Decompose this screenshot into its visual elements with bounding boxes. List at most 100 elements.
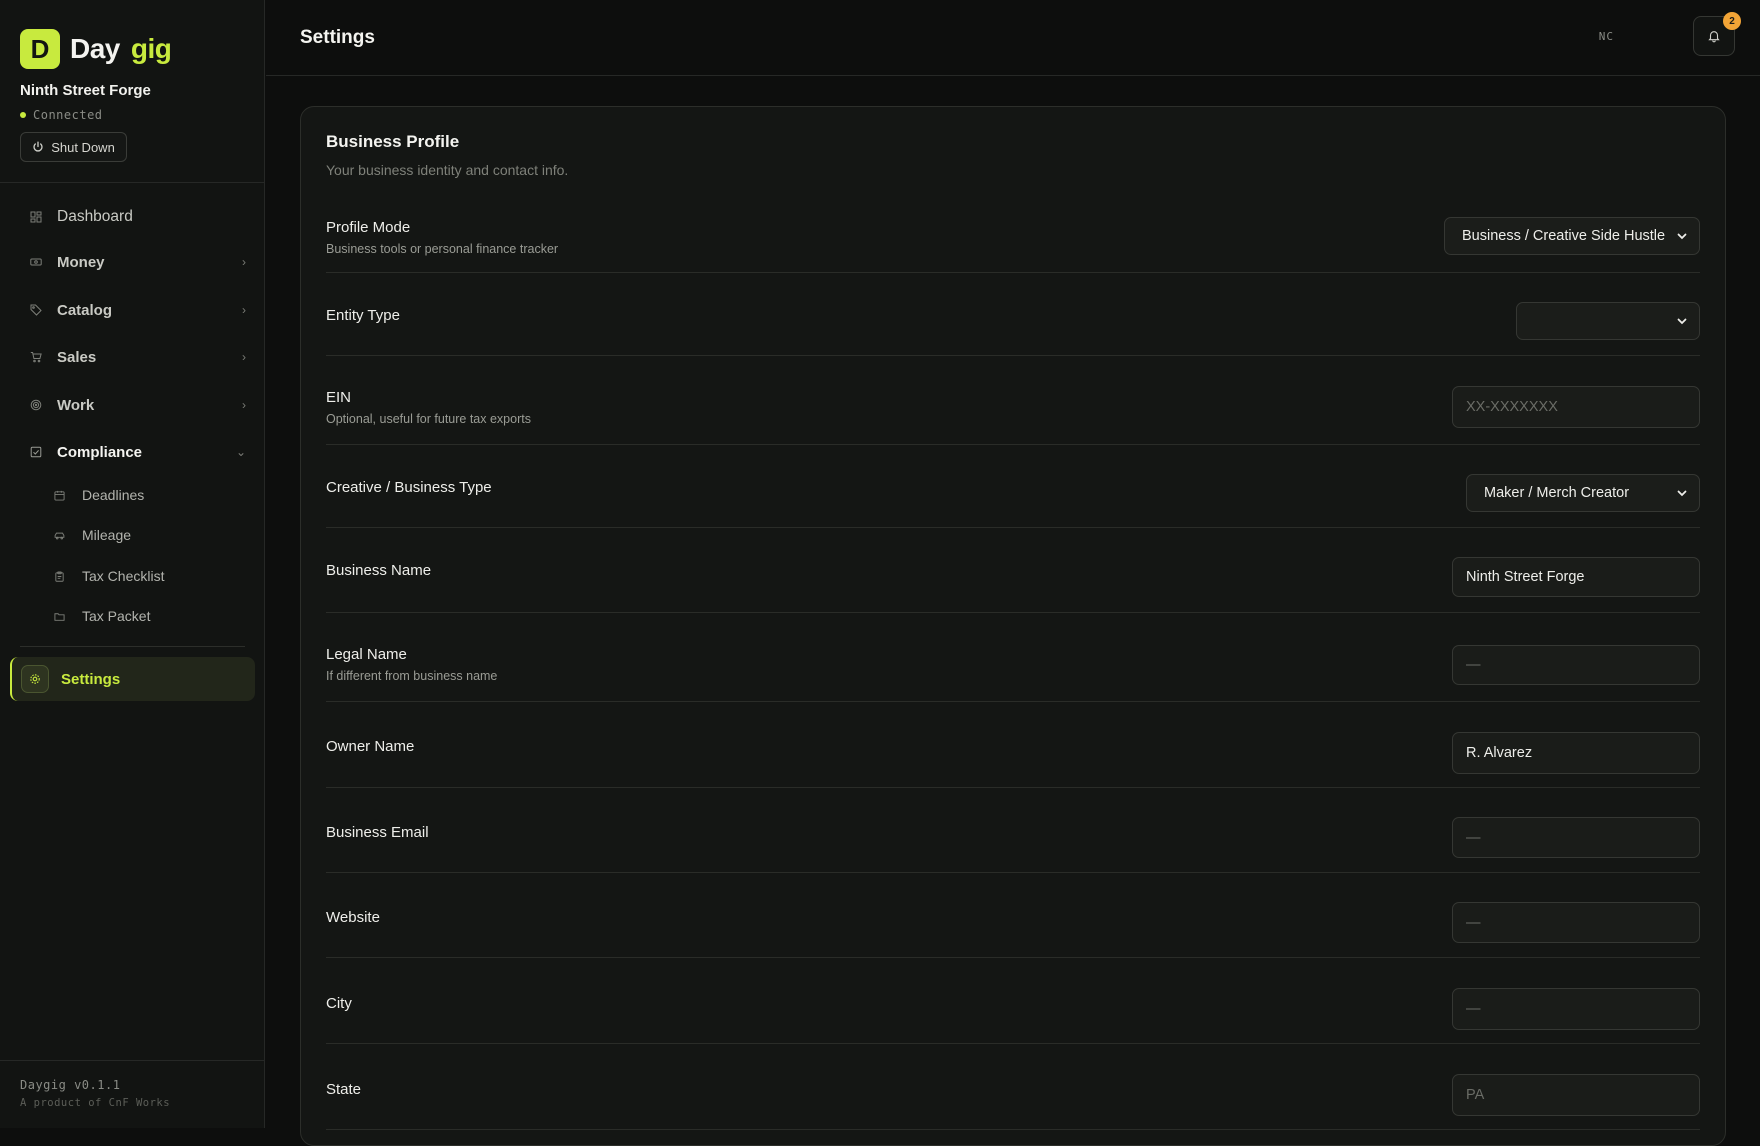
entity-type-row: Entity Type [326, 273, 1700, 356]
selected-value: Business / Creative Side Hustle [1462, 228, 1666, 244]
folder-icon [52, 609, 66, 623]
app-version: Daygig v0.1.1 [20, 1078, 121, 1092]
sidebar-item-label: Catalog [57, 301, 113, 319]
profile-mode-select[interactable]: Business / Creative Side Hustle [1444, 217, 1700, 255]
power-icon [32, 141, 44, 153]
cart-icon [29, 350, 43, 364]
field-label: Legal Name [326, 646, 407, 663]
sidebar-divider [20, 646, 245, 647]
sidebar-item-compliance[interactable]: Compliance ⌄ [20, 434, 246, 470]
sidebar: D Day gig Ninth Street Forge Connected S… [0, 0, 265, 1128]
business-name-input[interactable]: Ninth Street Forge [1452, 557, 1700, 597]
user-initials[interactable]: NC [1599, 30, 1614, 43]
sidebar-subitem-label: Deadlines [82, 487, 145, 503]
field-label: Profile Mode [326, 219, 411, 236]
car-icon [52, 528, 66, 542]
section-title: Business Profile [326, 132, 460, 151]
sidebar-item-dashboard[interactable]: Dashboard [20, 199, 246, 235]
business-email-input[interactable]: — [1452, 817, 1700, 858]
state-input[interactable]: PA [1452, 1074, 1700, 1116]
field-label: City [326, 995, 352, 1012]
sidebar-subitem-label: Tax Checklist [82, 568, 165, 584]
chevron-down-icon [1675, 229, 1689, 243]
legal-name-input[interactable]: — [1452, 645, 1700, 685]
sidebar-subitem-label: Mileage [82, 527, 132, 543]
chevron-down-icon [1675, 314, 1689, 328]
sidebar-subitem-tax-packet[interactable]: Tax Packet [52, 601, 150, 631]
sidebar-item-catalog[interactable]: Catalog › [20, 292, 246, 328]
state-row: State PA [326, 1044, 1700, 1130]
field-label: EIN [326, 389, 352, 406]
sidebar-subitem-mileage[interactable]: Mileage [52, 520, 131, 550]
sidebar-item-label: Work [57, 396, 95, 414]
connection-status-text: Connected [33, 108, 103, 122]
field-label: Entity Type [326, 307, 400, 324]
chevron-right-icon: › [242, 255, 246, 269]
business-type-row: Creative / Business Type Maker / Merch C… [326, 445, 1700, 528]
checkbox-icon [29, 445, 43, 459]
sidebar-item-label: Money [57, 253, 105, 271]
sidebar-footer-divider [0, 1060, 265, 1061]
status-dot-icon [20, 112, 26, 118]
chevron-right-icon: › [242, 303, 246, 317]
business-profile-card: Business Profile Your business identity … [300, 106, 1726, 1146]
sidebar-item-work[interactable]: Work › [20, 387, 246, 423]
sidebar-item-label: Settings [61, 670, 121, 688]
field-hint: If different from business name [326, 669, 498, 683]
notification-count-badge: 2 [1723, 12, 1741, 30]
sidebar-item-money[interactable]: Money › [20, 244, 246, 280]
brand-name-part1: Day [70, 33, 120, 64]
chevron-down-icon [1675, 486, 1689, 500]
chevron-down-icon: ⌄ [235, 445, 246, 459]
calendar-icon [52, 488, 66, 502]
chevron-right-icon: › [242, 398, 246, 412]
entity-type-select[interactable] [1516, 302, 1700, 340]
app-credit: A product of CnF Works [20, 1097, 171, 1109]
website-row: Website — [326, 873, 1700, 958]
business-email-row: Business Email — [326, 788, 1700, 873]
page-title: Settings [300, 27, 375, 48]
sidebar-item-label: Dashboard [57, 208, 133, 225]
ein-row: EIN Optional, useful for future tax expo… [326, 356, 1700, 445]
section-subtitle: Your business identity and contact info. [326, 162, 569, 178]
field-hint: Business tools or personal finance track… [326, 242, 559, 256]
business-name-row: Business Name Ninth Street Forge [326, 528, 1700, 613]
sidebar-item-sales[interactable]: Sales › [20, 339, 246, 375]
sidebar-divider [0, 182, 265, 183]
legal-name-row: Legal Name If different from business na… [326, 613, 1700, 702]
chevron-right-icon: › [242, 350, 246, 364]
sidebar-subitem-deadlines[interactable]: Deadlines [52, 480, 144, 510]
field-label: Creative / Business Type [326, 479, 492, 496]
sidebar-subitem-label: Tax Packet [82, 608, 151, 624]
field-label: State [326, 1081, 362, 1098]
gear-icon [21, 665, 49, 693]
field-label: Owner Name [326, 738, 415, 755]
sidebar-item-settings[interactable]: Settings [10, 657, 255, 701]
shutdown-button[interactable]: Shut Down [20, 132, 127, 162]
dashboard-icon [29, 210, 43, 224]
top-header: Settings NC 2 [266, 0, 1760, 76]
sidebar-subitem-tax-checklist[interactable]: Tax Checklist [52, 561, 164, 591]
ein-input[interactable]: XX-XXXXXXX [1452, 386, 1700, 428]
brand[interactable]: D Day gig [20, 29, 172, 69]
shutdown-label: Shut Down [51, 139, 115, 155]
brand-logo: D [20, 29, 60, 69]
profile-mode-row: Profile Mode Business tools or personal … [326, 211, 1700, 273]
field-label: Website [326, 909, 380, 926]
city-row: City — [326, 958, 1700, 1044]
target-icon [29, 398, 43, 412]
website-input[interactable]: — [1452, 902, 1700, 943]
tag-icon [29, 303, 43, 317]
clipboard-icon [52, 569, 66, 583]
brand-name-part2: gig [130, 33, 172, 64]
sidebar-item-label: Compliance [57, 443, 143, 461]
field-label: Business Name [326, 562, 432, 579]
field-label: Business Email [326, 824, 429, 841]
city-input[interactable]: — [1452, 988, 1700, 1030]
workspace-name: Ninth Street Forge [20, 82, 151, 99]
connection-status: Connected [20, 108, 103, 122]
sidebar-item-label: Sales [57, 348, 97, 366]
field-hint: Optional, useful for future tax exports [326, 412, 531, 426]
business-type-select[interactable]: Maker / Merch Creator [1466, 474, 1700, 512]
owner-name-input[interactable]: R. Alvarez [1452, 732, 1700, 774]
